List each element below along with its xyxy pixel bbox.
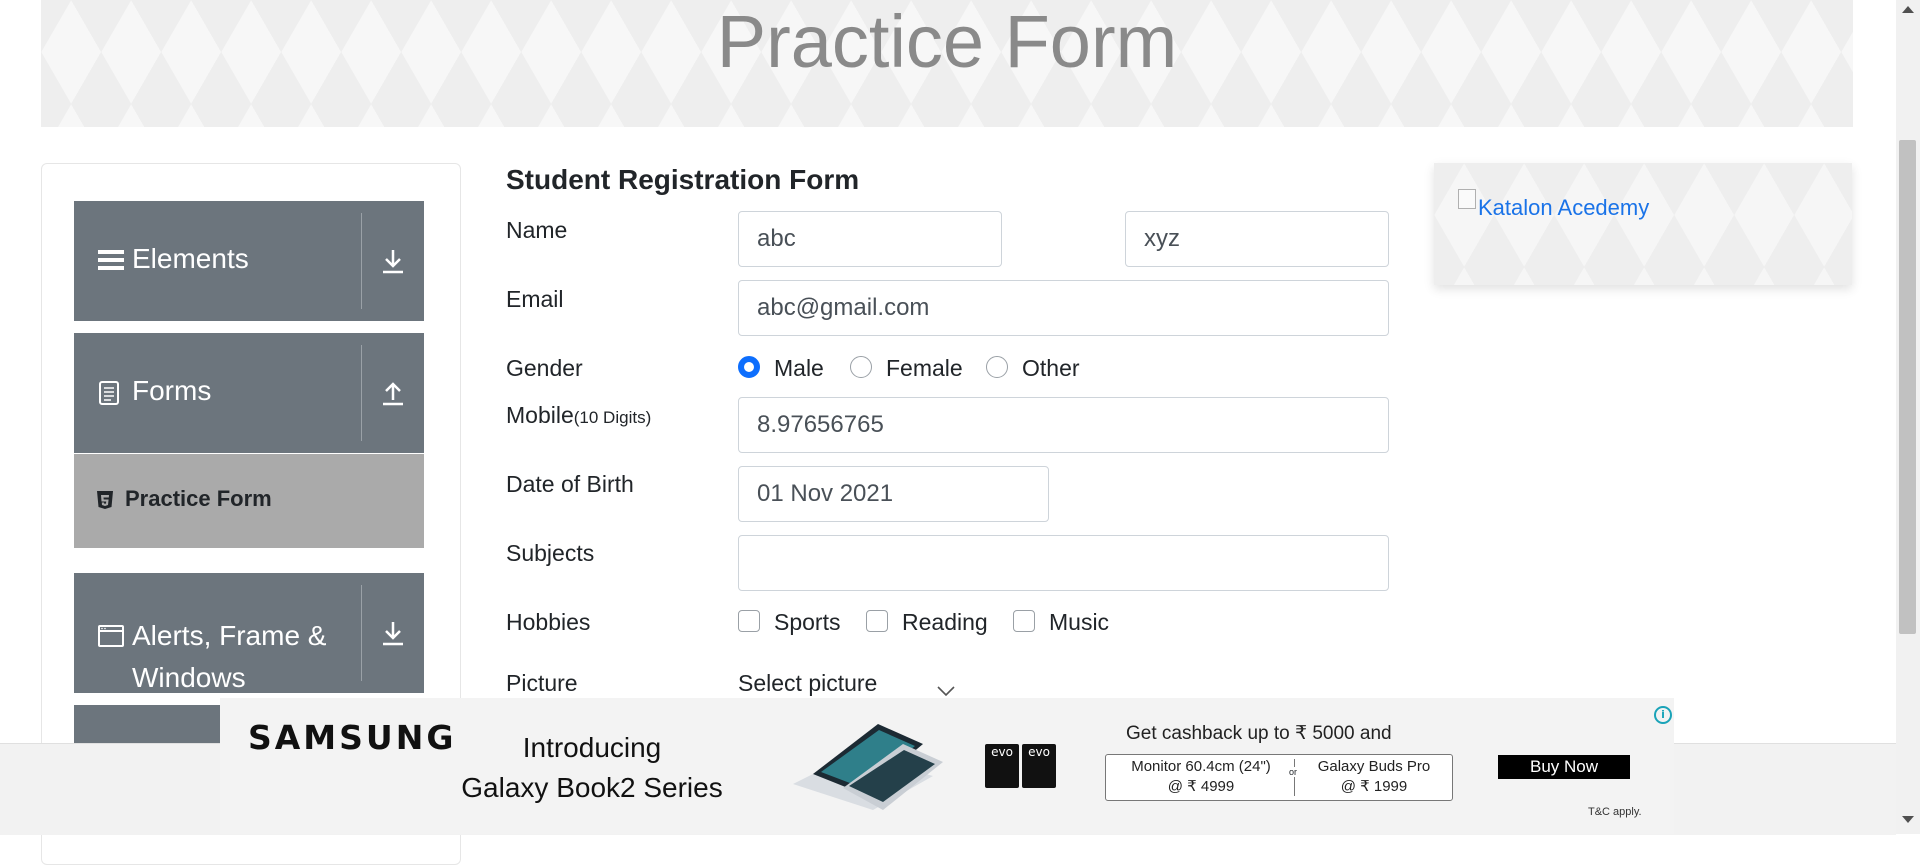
deal-buds-line1: Galaxy Buds Pro	[1317, 758, 1431, 775]
select-picture-button[interactable]: Select picture	[738, 670, 877, 697]
sidebar-group-label: Forms	[132, 375, 212, 406]
laptop-image	[783, 714, 953, 822]
hobby-reading-checkbox[interactable]	[866, 610, 888, 632]
list-icon	[98, 248, 124, 276]
page-title: Practice Form	[716, 0, 1178, 83]
divider	[361, 213, 362, 309]
sidebar-group-forms[interactable]: Forms	[74, 333, 424, 453]
hobby-reading-label[interactable]: Reading	[902, 609, 988, 636]
mobile-label-text: Mobile	[506, 402, 574, 428]
ad-headline-line2: Galaxy Book2 Series	[461, 772, 723, 803]
divider	[361, 585, 362, 681]
sidebar-item-practice-form[interactable]: Practice Form	[74, 454, 424, 548]
evo-badge: evo	[1022, 744, 1056, 788]
gender-female-label[interactable]: Female	[886, 355, 963, 382]
ad-alt-text[interactable]: Katalon Acedemy	[1478, 195, 1649, 221]
buy-now-button[interactable]: Buy Now	[1498, 755, 1630, 779]
picture-label: Picture	[506, 670, 578, 696]
gender-label: Gender	[506, 355, 583, 381]
sidebar-group-label: Elements	[132, 243, 249, 274]
deal-box: Monitor 60.4cm (24") @ ₹ 4999 or Galaxy …	[1105, 754, 1453, 801]
deal-or: or	[1289, 767, 1298, 777]
first-name-input[interactable]: abc	[738, 211, 1002, 267]
terms-text: T&C apply.	[1588, 806, 1642, 818]
subjects-label: Subjects	[506, 540, 595, 566]
upload-arrow-icon[interactable]	[374, 374, 412, 412]
info-icon[interactable]: i	[1654, 706, 1672, 724]
hobby-sports-checkbox[interactable]	[738, 610, 760, 632]
last-name-input[interactable]: xyz	[1125, 211, 1389, 267]
sidebar-item-label: Practice Form	[125, 486, 272, 511]
deal-buds-line2: @ ₹ 1999	[1340, 778, 1408, 795]
gender-male-radio[interactable]	[738, 356, 760, 378]
gender-male-label[interactable]: Male	[774, 355, 824, 382]
dob-label: Date of Birth	[506, 471, 634, 497]
gender-female-radio[interactable]	[850, 356, 872, 378]
download-arrow-icon[interactable]	[374, 614, 412, 652]
label-line-1: Alerts, Frame &	[132, 620, 327, 651]
label-line-2: Windows	[132, 662, 246, 693]
mobile-hint: (10 Digits)	[573, 408, 652, 427]
deal-divider	[1294, 759, 1295, 796]
name-label: Name	[506, 217, 568, 243]
dob-input[interactable]: 01 Nov 2021	[738, 466, 1049, 522]
email-input[interactable]: abc@gmail.com	[738, 280, 1389, 336]
deal-monitor: Monitor 60.4cm (24") @ ₹ 4999	[1112, 757, 1290, 797]
mobile-input[interactable]: 8.97656765	[738, 397, 1389, 453]
scroll-up-arrow-icon[interactable]	[1902, 6, 1914, 13]
evo-badge: evo	[985, 744, 1019, 788]
hobby-sports-label[interactable]: Sports	[774, 609, 840, 636]
cashback-text: Get cashback up to ₹ 5000 and	[1126, 723, 1392, 744]
document-icon	[98, 380, 120, 410]
form-title: Student Registration Form	[506, 164, 860, 195]
samsung-logo: SAMSUNG	[248, 718, 457, 757]
sidebar-group-elements[interactable]: Elements	[74, 201, 424, 321]
sidebar-group-alerts-frame-windows[interactable]: Alerts, Frame & Windows	[74, 573, 424, 693]
html5-icon	[96, 490, 114, 514]
hobby-music-checkbox[interactable]	[1013, 610, 1035, 632]
page-banner: Practice Form	[41, 0, 1853, 127]
download-arrow-icon[interactable]	[374, 242, 412, 280]
subjects-input[interactable]	[738, 535, 1389, 591]
katalon-ad[interactable]: Katalon Acedemy	[1434, 163, 1852, 285]
deal-monitor-line1: Monitor 60.4cm (24")	[1131, 758, 1271, 775]
window-icon	[98, 625, 124, 651]
gender-other-radio[interactable]	[986, 356, 1008, 378]
gender-other-label[interactable]: Other	[1022, 355, 1080, 382]
divider	[361, 345, 362, 441]
broken-image-icon	[1458, 189, 1476, 209]
deal-monitor-line2: @ ₹ 4999	[1167, 778, 1235, 795]
mobile-label: Mobile(10 Digits)	[506, 402, 651, 429]
ad-headline-line1: Introducing	[522, 732, 662, 763]
scroll-down-arrow-icon[interactable]	[1902, 816, 1914, 823]
hobby-music-label[interactable]: Music	[1049, 609, 1109, 636]
sidebar-group-label: Alerts, Frame & Windows	[132, 615, 326, 699]
email-label: Email	[506, 286, 564, 312]
samsung-ad-banner[interactable]: SAMSUNG Introducing Galaxy Book2 Series …	[220, 698, 1674, 834]
hobbies-label: Hobbies	[506, 609, 591, 635]
scrollbar-thumb[interactable]	[1899, 140, 1916, 634]
ad-headline: Introducing Galaxy Book2 Series	[442, 728, 742, 808]
deal-buds: Galaxy Buds Pro @ ₹ 1999	[1302, 757, 1446, 797]
